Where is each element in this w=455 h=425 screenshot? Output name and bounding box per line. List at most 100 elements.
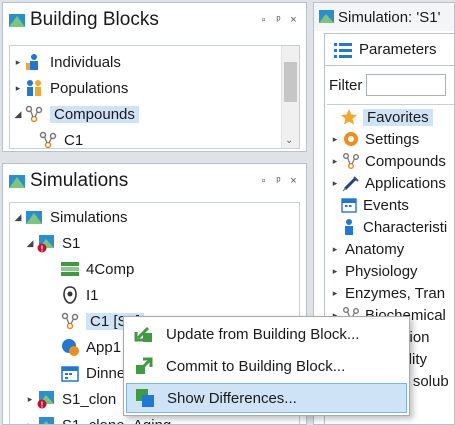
simulations-title: Simulations	[30, 170, 129, 191]
populations-icon	[24, 78, 44, 98]
tree-item-compounds[interactable]: ▸ Compounds	[329, 149, 446, 173]
tree-item-physiology[interactable]: ▸ Physiology	[329, 259, 418, 283]
update-from-building-block-menu-item[interactable]: Update from Building Block...	[126, 319, 407, 349]
tree-item-label: Compounds	[365, 152, 446, 170]
tree-item-anatomy[interactable]: ▸ Anatomy	[329, 237, 404, 261]
tree-item-label: Anatomy	[345, 240, 405, 258]
tree-item-applications[interactable]: ▸ Applications	[329, 171, 446, 195]
building-blocks-title: Building Blocks	[30, 9, 159, 30]
show-differences-menu-item[interactable]: Show Differences...	[126, 383, 407, 413]
tree-item-label: S1	[62, 234, 81, 252]
person-icon	[339, 217, 359, 237]
simulations-header: Simulations ▫ ᵖ ×	[3, 164, 306, 198]
tree-item-label: Applications	[365, 174, 446, 192]
close-icon[interactable]: ×	[287, 175, 300, 187]
collapse-arrow-icon[interactable]: ◢	[12, 109, 24, 120]
compound-icon	[60, 311, 80, 331]
individuals-icon	[24, 52, 44, 72]
tree-item-populations[interactable]: ▸ Populations	[12, 76, 129, 100]
tree-item-app1[interactable]: App1	[60, 335, 121, 359]
menu-item-label: Update from Building Block...	[166, 325, 360, 343]
individual-icon	[60, 285, 80, 305]
simulations-folder-icon	[24, 207, 44, 227]
tree-item-s1-clone[interactable]: ▸ ! S1_clon	[24, 387, 116, 411]
filter-row: Filter	[329, 74, 447, 96]
event-calendar-icon	[60, 363, 80, 383]
tree-item-label: Events	[363, 196, 409, 214]
tree-item-label: App1	[86, 338, 122, 356]
commit-to-building-block-menu-item[interactable]: Commit to Building Block...	[126, 351, 407, 381]
tree-item-i1[interactable]: I1	[60, 283, 99, 307]
pin-icon[interactable]: ᵖ	[272, 175, 285, 187]
expand-arrow-icon[interactable]: ▸	[24, 394, 36, 405]
svg-text:!: !	[41, 401, 44, 410]
expand-arrow-icon[interactable]: ▸	[329, 244, 341, 255]
tree-item-individuals[interactable]: ▸ Individuals	[12, 50, 121, 74]
gear-icon	[341, 129, 361, 149]
tree-item-favorites[interactable]: Favorites	[339, 105, 433, 129]
building-blocks-header: Building Blocks ▫ ᵖ ×	[3, 3, 306, 37]
tree-item-label: Physiology	[345, 262, 418, 280]
event-calendar-icon	[339, 195, 359, 215]
model-structure-icon	[60, 259, 80, 279]
expand-arrow-icon[interactable]: ▸	[12, 57, 24, 68]
tree-item-label: Compounds	[50, 105, 139, 123]
commit-arrow-icon	[134, 356, 154, 376]
simulation-warning-icon: !	[36, 415, 56, 424]
expand-arrow-icon[interactable]: ▸	[329, 178, 341, 189]
star-icon	[339, 107, 359, 127]
pin-icon[interactable]: ᵖ	[272, 14, 285, 26]
simulation-icon	[316, 7, 336, 27]
svg-text:!: !	[41, 245, 44, 254]
tree-item-dinner[interactable]: Dinne	[60, 361, 125, 385]
expand-arrow-icon[interactable]: ▸	[329, 266, 341, 277]
tree-item-characteristics[interactable]: Characteristi	[339, 215, 447, 239]
tree-item-compounds[interactable]: ◢ Compounds	[12, 102, 139, 126]
tree-item-label: Settings	[365, 130, 420, 148]
compound-icon	[38, 130, 58, 148]
expand-arrow-icon[interactable]: ▸	[12, 83, 24, 94]
tree-item-label: Simulations	[50, 208, 128, 226]
expand-arrow-icon[interactable]: ▸	[329, 288, 341, 299]
expand-arrow-icon[interactable]: ▸	[329, 156, 341, 167]
expand-arrow-icon[interactable]: ▸	[24, 420, 36, 425]
tab-parameters[interactable]: Parameters	[324, 33, 454, 65]
tree-item-label: Dinne	[86, 364, 126, 382]
collapse-arrow-icon[interactable]: ◢	[12, 212, 24, 223]
filter-label: Filter	[329, 76, 363, 94]
tree-item-label: S1_clone_Aging	[62, 416, 172, 425]
simulation-warning-icon: !	[36, 233, 56, 253]
tree-item-simulations-root[interactable]: ◢ Simulations	[12, 205, 128, 229]
tree-item-label: Enzymes, Tran	[345, 284, 446, 302]
restore-icon[interactable]: ▫	[257, 175, 270, 187]
scroll-down-icon[interactable]: ⌄	[285, 135, 293, 146]
tree-item-events[interactable]: Events	[339, 193, 409, 217]
tree-item-label: C1	[64, 131, 84, 149]
close-icon[interactable]: ×	[287, 14, 300, 26]
simulations-header-buttons: ▫ ᵖ ×	[257, 175, 306, 187]
tree-item-c1[interactable]: C1	[38, 128, 84, 149]
application-icon	[60, 337, 80, 357]
simulations-icon	[7, 171, 27, 191]
tab-label: Parameters	[359, 41, 437, 58]
compounds-icon	[24, 104, 44, 124]
tree-item-s1[interactable]: ◢ ! S1	[24, 231, 81, 255]
tree-item-4comp[interactable]: 4Comp	[60, 257, 134, 281]
collapse-arrow-icon[interactable]: ◢	[24, 238, 36, 249]
tree-item-label: I1	[86, 286, 99, 304]
tree-item-enzymes[interactable]: ▸ Enzymes, Tran	[329, 281, 445, 305]
restore-icon[interactable]: ▫	[257, 14, 270, 26]
tree-item-label: Characteristi	[363, 218, 448, 236]
simulation-panel-header[interactable]: Simulation: 'S1'	[314, 3, 454, 31]
filter-input[interactable]	[366, 74, 447, 96]
context-menu: Update from Building Block... Commit to …	[123, 316, 410, 416]
simulation-warning-icon: !	[36, 389, 56, 409]
parameters-list-icon	[333, 40, 353, 60]
syringe-icon	[341, 173, 361, 193]
tree-item-label: Favorites	[363, 108, 433, 126]
tree-item-settings[interactable]: ▸ Settings	[329, 127, 419, 151]
tree-item-label: 4Comp	[86, 260, 135, 278]
scrollbar-thumb[interactable]	[284, 62, 297, 102]
expand-arrow-icon[interactable]: ▸	[329, 134, 341, 145]
vertical-scrollbar[interactable]: ⌄	[281, 46, 299, 148]
